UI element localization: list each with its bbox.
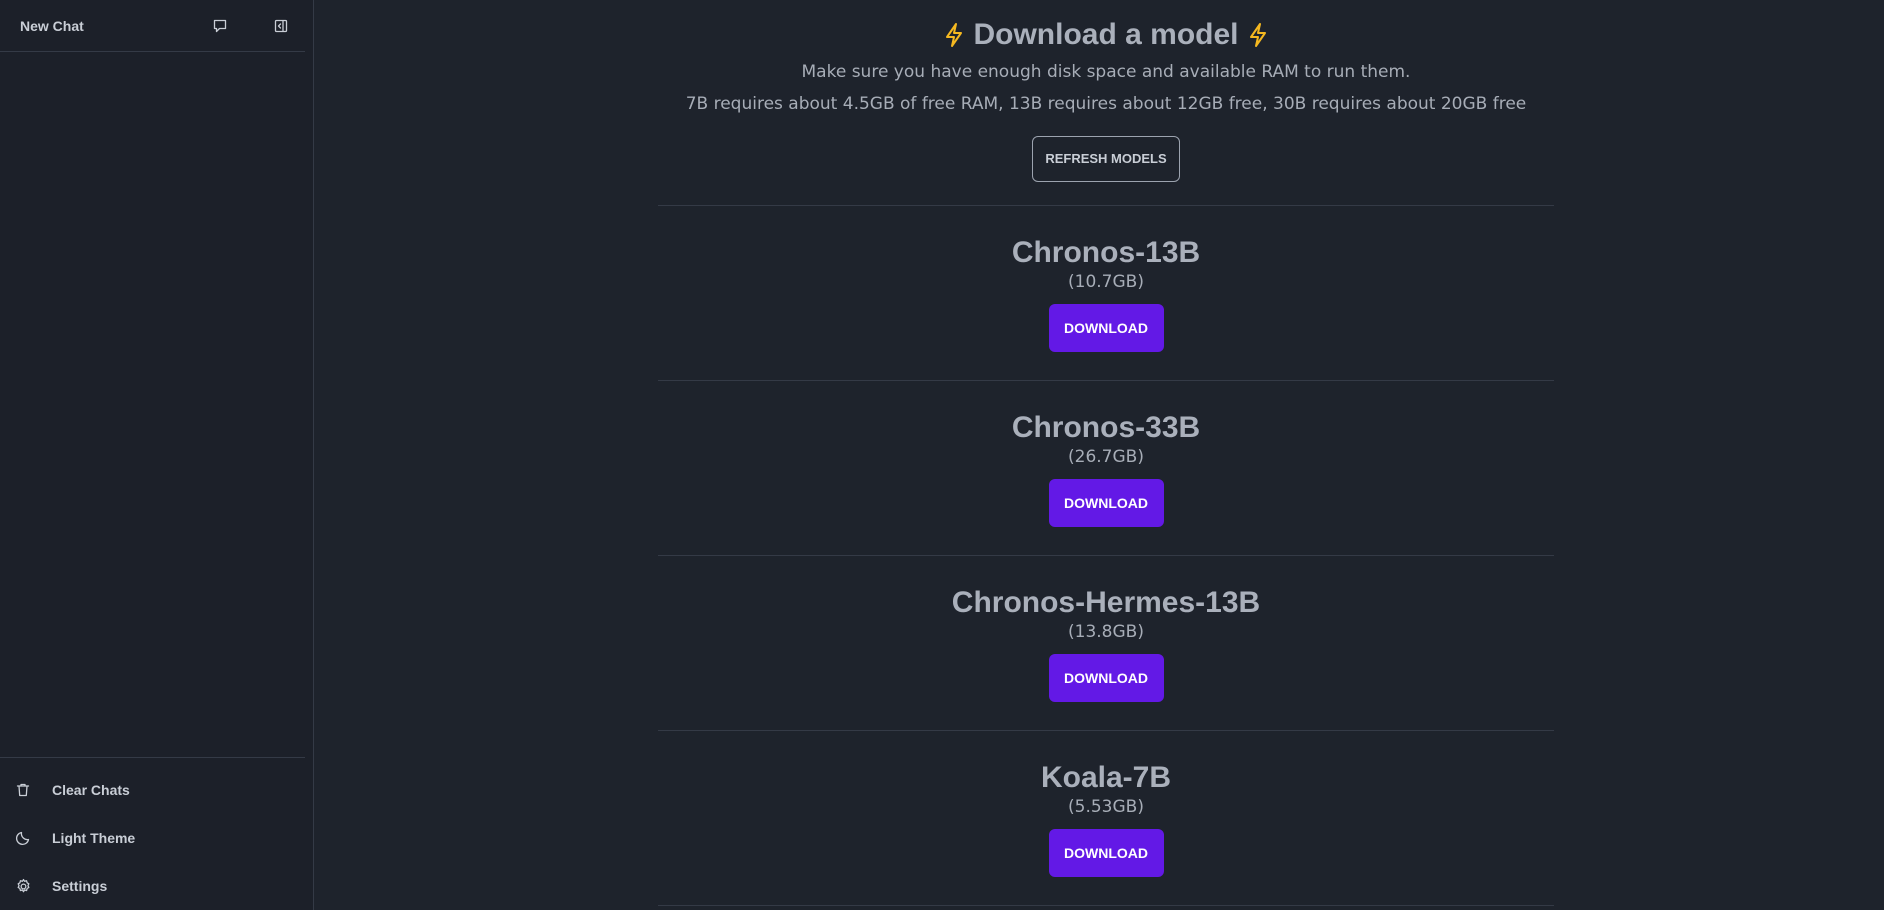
trash-icon: [14, 781, 32, 799]
page-title: Download a model: [658, 16, 1554, 54]
chat-bubble-icon[interactable]: [210, 16, 230, 36]
model-card: Chronos-13B (10.7GB) DOWNLOAD: [658, 206, 1554, 381]
model-name: Chronos-33B: [1011, 411, 1201, 444]
model-name: Chronos-13B: [1011, 236, 1201, 269]
ram-requirements-note: 7B requires about 4.5GB of free RAM, 13B…: [685, 94, 1527, 114]
model-size: (13.8GB): [1068, 622, 1144, 642]
model-size: (5.53GB): [1068, 797, 1144, 817]
light-theme-label: Light Theme: [52, 830, 136, 846]
clear-chats-label: Clear Chats: [52, 782, 130, 798]
download-button[interactable]: DOWNLOAD: [1048, 304, 1164, 352]
new-chat-button[interactable]: New Chat: [20, 18, 84, 34]
download-panel: Download a model Make sure you have enou…: [658, 0, 1554, 906]
settings-label: Settings: [52, 878, 108, 894]
lightning-bolt-icon: [943, 22, 965, 48]
disk-space-note: Make sure you have enough disk space and…: [801, 62, 1411, 82]
download-button[interactable]: DOWNLOAD: [1048, 829, 1164, 877]
clear-chats-button[interactable]: Clear Chats: [0, 766, 305, 814]
sidebar-header: New Chat: [0, 0, 305, 52]
model-size: (26.7GB): [1068, 447, 1144, 467]
gear-icon: [14, 877, 32, 895]
app-root: New Chat Clear Chats Light Theme Setting…: [0, 0, 1884, 910]
download-button[interactable]: DOWNLOAD: [1048, 654, 1164, 702]
model-card: Chronos-33B (26.7GB) DOWNLOAD: [658, 381, 1554, 556]
model-size: (10.7GB): [1068, 272, 1144, 292]
page-title-text: Download a model: [973, 18, 1239, 51]
download-button[interactable]: DOWNLOAD: [1048, 479, 1164, 527]
model-name: Koala-7B: [1040, 761, 1172, 794]
chat-list: [0, 52, 313, 757]
lightning-bolt-icon: [1247, 22, 1269, 48]
light-theme-button[interactable]: Light Theme: [0, 814, 305, 862]
sidebar: New Chat Clear Chats Light Theme Setting…: [0, 0, 314, 910]
sidebar-footer: Clear Chats Light Theme Settings: [0, 757, 305, 910]
model-card: Koala-7B (5.53GB) DOWNLOAD: [658, 731, 1554, 906]
refresh-models-button[interactable]: REFRESH MODELS: [1032, 136, 1180, 182]
main-content: Download a model Make sure you have enou…: [314, 0, 1884, 910]
sidebar-collapse-icon[interactable]: [271, 16, 291, 36]
moon-icon: [14, 829, 32, 847]
model-card: Chronos-Hermes-13B (13.8GB) DOWNLOAD: [658, 556, 1554, 731]
model-name: Chronos-Hermes-13B: [951, 586, 1261, 619]
settings-button[interactable]: Settings: [0, 862, 305, 910]
